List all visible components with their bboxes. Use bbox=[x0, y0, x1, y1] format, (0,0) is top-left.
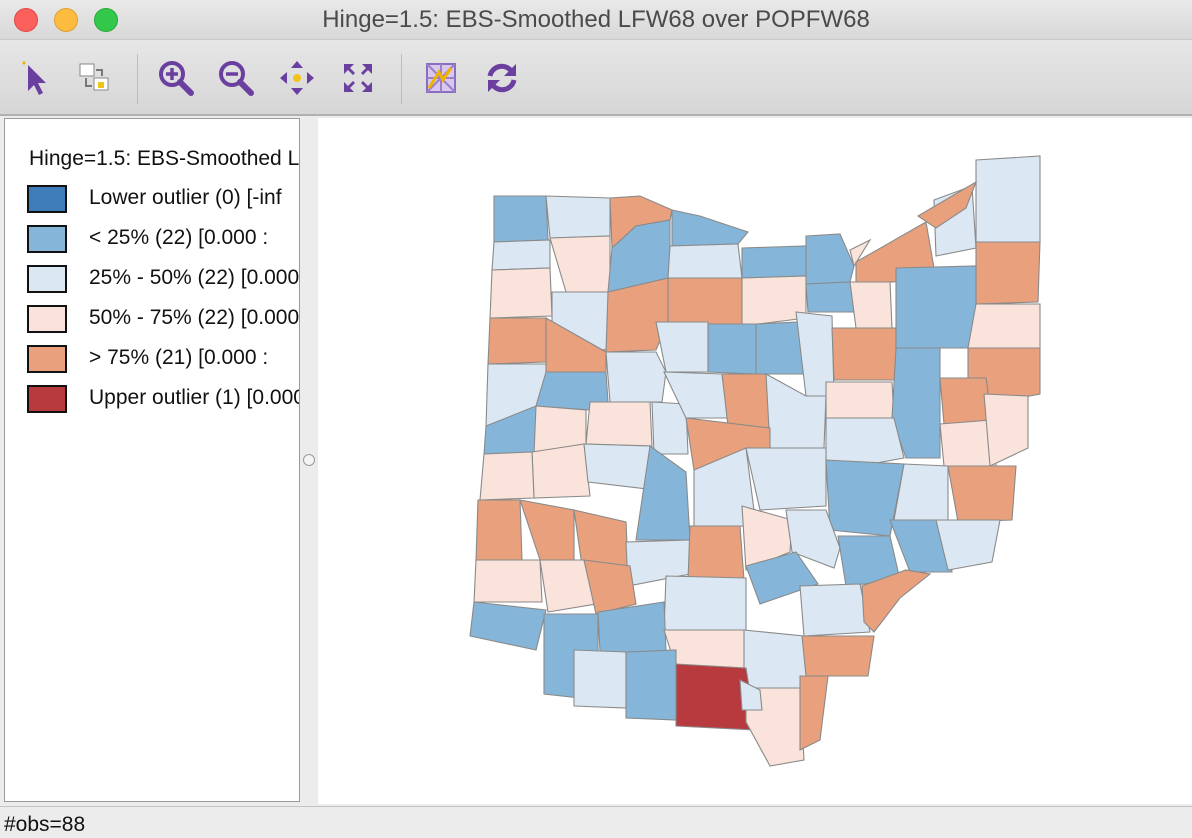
county-polygon[interactable] bbox=[549, 235, 611, 293]
refresh-icon[interactable] bbox=[482, 58, 522, 98]
county-polygon[interactable] bbox=[983, 393, 1029, 467]
legend-item-q3[interactable]: 50% - 75% (22) [0.000 bbox=[27, 305, 300, 335]
map-window: Hinge=1.5: EBS-Smoothed LFW68 over POPFW… bbox=[0, 0, 1192, 838]
legend-label: Upper outlier (1) [0.000 bbox=[89, 386, 300, 409]
county-polygon[interactable] bbox=[805, 281, 857, 313]
county-polygon[interactable] bbox=[585, 401, 653, 447]
selection-mode-icon[interactable] bbox=[74, 58, 114, 98]
county-polygon[interactable] bbox=[741, 245, 807, 279]
county-polygon[interactable] bbox=[671, 209, 749, 247]
pan-arrows-icon[interactable] bbox=[277, 58, 317, 98]
county-polygon[interactable] bbox=[663, 575, 747, 631]
county-polygon[interactable] bbox=[473, 559, 543, 603]
county-polygon[interactable] bbox=[849, 281, 893, 329]
legend-label: < 25% (22) [0.000 : bbox=[89, 226, 269, 249]
county-polygon[interactable] bbox=[975, 155, 1041, 243]
county-polygon[interactable] bbox=[519, 499, 575, 561]
window-title: Hinge=1.5: EBS-Smoothed LFW68 over POPFW… bbox=[322, 6, 870, 33]
county-polygon[interactable] bbox=[655, 321, 709, 373]
basemap-icon[interactable] bbox=[421, 58, 461, 98]
legend-swatch bbox=[27, 345, 67, 373]
county-polygon[interactable] bbox=[687, 525, 745, 581]
county-polygon[interactable] bbox=[825, 381, 895, 419]
legend-swatch bbox=[27, 185, 67, 213]
county-polygon[interactable] bbox=[893, 463, 949, 521]
county-polygon[interactable] bbox=[801, 635, 875, 677]
county-polygon[interactable] bbox=[895, 265, 977, 349]
county-polygon[interactable] bbox=[967, 303, 1041, 349]
county-polygon[interactable] bbox=[545, 195, 611, 239]
county-polygon[interactable] bbox=[479, 451, 535, 501]
legend-label: > 75% (21) [0.000 : bbox=[89, 346, 269, 369]
county-polygon[interactable] bbox=[805, 233, 855, 285]
legend-item-q1[interactable]: < 25% (22) [0.000 : bbox=[27, 225, 299, 255]
county-polygon[interactable] bbox=[489, 267, 553, 319]
legend-swatch bbox=[27, 225, 67, 253]
zoom-in-icon[interactable] bbox=[156, 58, 196, 98]
county-polygon[interactable] bbox=[799, 583, 871, 637]
county-polygon[interactable] bbox=[799, 675, 829, 751]
title-bar: Hinge=1.5: EBS-Smoothed LFW68 over POPFW… bbox=[0, 0, 1192, 40]
county-polygon[interactable] bbox=[491, 239, 551, 271]
toolbar-separator bbox=[401, 54, 402, 104]
county-polygon[interactable] bbox=[625, 649, 677, 721]
county-polygon[interactable] bbox=[531, 443, 591, 499]
legend-swatch bbox=[27, 265, 67, 293]
toolbar-separator bbox=[137, 54, 138, 104]
legend-label: Lower outlier (0) [-inf bbox=[89, 186, 282, 209]
map-canvas[interactable] bbox=[318, 118, 1192, 804]
legend-label: 50% - 75% (22) [0.000 bbox=[89, 306, 300, 329]
county-polygon[interactable] bbox=[573, 649, 627, 709]
zoom-out-icon[interactable] bbox=[216, 58, 256, 98]
county-polygon[interactable] bbox=[707, 323, 757, 375]
county-polygon[interactable] bbox=[947, 465, 1017, 523]
legend-panel: Hinge=1.5: EBS-Smoothed LFW68 over POPFW… bbox=[4, 118, 300, 802]
legend-item-upper-outlier[interactable]: Upper outlier (1) [0.000 bbox=[27, 385, 300, 415]
county-polygon[interactable] bbox=[583, 559, 637, 615]
county-polygon[interactable] bbox=[975, 241, 1041, 305]
ohio-county-map[interactable] bbox=[318, 118, 1192, 804]
county-polygon[interactable] bbox=[469, 601, 547, 651]
county-polygon[interactable] bbox=[573, 509, 629, 567]
full-extent-icon[interactable] bbox=[338, 58, 378, 98]
county-polygon[interactable] bbox=[667, 243, 743, 279]
legend-swatch bbox=[27, 305, 67, 333]
legend-item-q4[interactable]: > 75% (21) [0.000 : bbox=[27, 345, 299, 375]
county-polygon[interactable] bbox=[831, 327, 897, 381]
county-polygon[interactable] bbox=[667, 277, 743, 327]
county-polygon[interactable] bbox=[493, 195, 549, 243]
legend-swatch bbox=[27, 385, 67, 413]
county-polygon[interactable] bbox=[487, 317, 547, 365]
county-polygon[interactable] bbox=[605, 351, 667, 403]
observation-count: #obs=88 bbox=[4, 813, 86, 836]
legend-label: 25% - 50% (22) [0.000 bbox=[89, 266, 300, 289]
county-polygon[interactable] bbox=[825, 417, 905, 467]
county-polygon[interactable] bbox=[743, 629, 809, 691]
legend-title: Hinge=1.5: EBS-Smoothed LFW68 over POPFW… bbox=[29, 147, 300, 170]
status-bar: #obs=88 bbox=[0, 806, 1192, 838]
county-polygon[interactable] bbox=[745, 447, 827, 511]
legend-item-lower-outlier[interactable]: Lower outlier (0) [-inf bbox=[27, 185, 299, 215]
legend-item-q2[interactable]: 25% - 50% (22) [0.000 bbox=[27, 265, 300, 295]
pointer-arrow-icon[interactable] bbox=[16, 58, 56, 98]
county-polygon[interactable] bbox=[475, 499, 523, 561]
splitter-handle[interactable] bbox=[303, 454, 315, 466]
county-polygon[interactable] bbox=[721, 373, 771, 429]
toolbar bbox=[0, 40, 1192, 116]
